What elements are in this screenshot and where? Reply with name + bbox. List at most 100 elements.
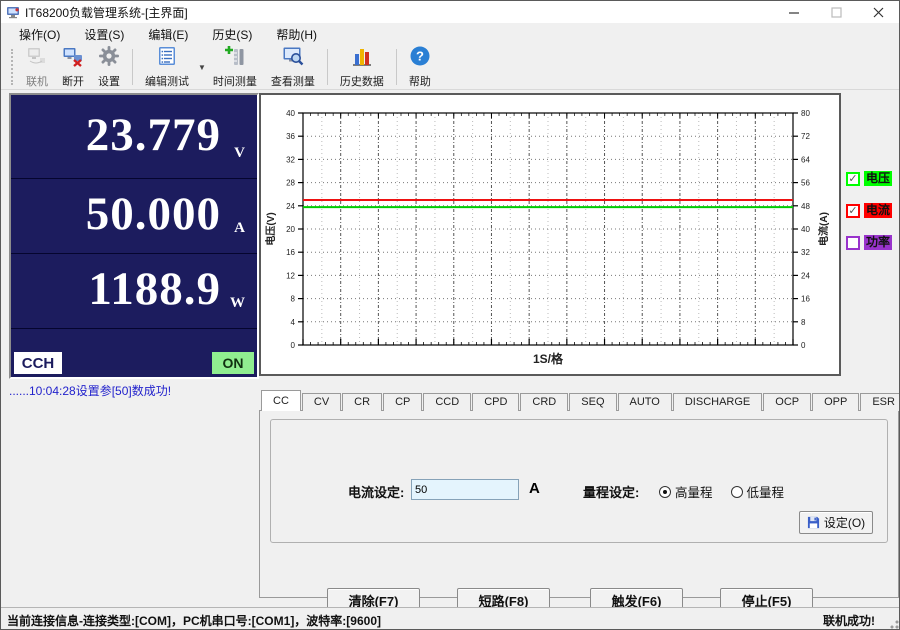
toolbar-button-label: 历史数据 [340,73,384,89]
svg-text:4: 4 [291,318,296,327]
toolbar-button-settings[interactable]: 设置 [91,43,127,91]
tab-ocp[interactable]: OCP [763,393,811,411]
save-icon [807,516,820,529]
trend-chart-panel: 048121620242832364008162432404856647280电… [259,93,841,376]
disconnect-icon [62,45,84,72]
power-unit: W [230,295,245,312]
trend-chart: 048121620242832364008162432404856647280电… [261,95,839,374]
svg-text:电流(A): 电流(A) [817,212,830,246]
connection-info: 当前连接信息-连接类型:[COM]，PC机串口号:[COM1]，波特率:[960… [7,612,381,629]
legend-row-0: ✓ 电压 [846,171,898,186]
toolbar-separator [327,49,328,85]
current-set-unit: A [529,480,540,497]
legend-checkbox-2[interactable] [846,236,860,250]
legend-row-1: ✓电流 [846,203,898,218]
svg-text:36: 36 [286,132,295,141]
tab-ccd[interactable]: CCD [423,393,471,411]
toolbar-button-label: 编辑测试 [145,73,189,89]
radio-icon [731,486,743,498]
svg-text:8: 8 [801,318,806,327]
legend-row-2: 功率 [846,235,898,250]
window-title: IT68200负载管理系统-[主界面] [25,4,188,21]
log-message: ......10:04:28设置参[50]数成功! [9,382,259,398]
mode-tabstrip: CCCVCRCPCCDCPDCRDSEQAUTODISCHARGEOCPOPPE… [261,390,900,411]
tab-cp[interactable]: CP [383,393,422,411]
range-radio-label: 低量程 [747,482,785,501]
legend-label-2: 功率 [864,235,892,250]
time-measure-icon [224,45,246,72]
tab-crd[interactable]: CRD [520,393,568,411]
toolbar-grip[interactable] [11,49,15,85]
current-reading: 50.000 A [11,179,257,254]
title-bar: IT68200负载管理系统-[主界面] [1,1,899,23]
tab-opp[interactable]: OPP [812,393,859,411]
tab-cv[interactable]: CV [302,393,341,411]
toolbar-separator [396,49,397,85]
toolbar-button-disconnect[interactable]: 断开 [55,43,91,91]
power-reading: 1188.9 W [11,254,257,329]
range-radio-1[interactable]: 低量程 [731,482,785,501]
history-icon [351,45,373,72]
voltage-value: 23.779 [86,107,221,161]
legend-checkbox-1[interactable]: ✓ [846,204,860,218]
close-button[interactable] [857,1,899,23]
status-bar: 当前连接信息-连接类型:[COM]，PC机串口号:[COM1]，波特率:[960… [1,607,900,630]
toolbar-button-label: 查看测量 [271,73,315,89]
chart-legend: ✓ 电压 ✓电流功率 [846,171,898,267]
legend-checkbox-0[interactable]: ✓ [846,172,860,186]
mode-settings-panel: CCCVCRCPCCDCPDCRDSEQAUTODISCHARGEOCPOPPE… [259,386,899,600]
tab-esr[interactable]: ESR [860,393,900,411]
maximize-button[interactable] [815,1,857,23]
svg-text:32: 32 [801,248,810,257]
toolbar-button-label: 帮助 [409,73,431,89]
svg-text:80: 80 [801,109,810,118]
toolbar-button-time-measure[interactable]: 时间测量 [206,43,264,91]
menu-item-4[interactable]: 帮助(H) [264,24,329,45]
menu-item-0[interactable]: 操作(O) [7,24,72,45]
toolbar-button-history[interactable]: 历史数据 [333,43,391,91]
menu-bar: 操作(O)设置(S)编辑(E)历史(S)帮助(H) [1,23,899,45]
mode-badge: CCH [14,352,62,374]
minimize-button[interactable] [773,1,815,23]
toolbar-button-label: 联机 [26,73,48,89]
legend-label-0: 电压 [864,171,892,186]
svg-text:24: 24 [286,202,295,211]
current-set-input[interactable] [411,479,519,500]
cc-settings-groupbox: 电流设定: A 量程设定: 高量程低量程 设定(O) [270,419,888,543]
svg-text:24: 24 [801,271,810,280]
svg-text:1S/格: 1S/格 [533,351,564,366]
power-value: 1188.9 [88,262,221,316]
svg-text:?: ? [416,49,424,64]
svg-text:12: 12 [286,271,295,280]
tab-seq[interactable]: SEQ [569,393,616,411]
menu-item-3[interactable]: 历史(S) [200,24,264,45]
toolbar-button-label: 断开 [62,73,84,89]
range-radio-label: 高量程 [675,482,713,501]
range-radio-0[interactable]: 高量程 [659,482,713,501]
svg-text:32: 32 [286,155,295,164]
connection-status: 联机成功! [823,612,875,629]
toolbar-button-edit-test[interactable]: 编辑测试 [138,43,196,91]
online-icon [26,45,48,72]
tab-discharge[interactable]: DISCHARGE [673,393,762,411]
svg-text:64: 64 [801,155,810,164]
set-button[interactable]: 设定(O) [799,511,873,534]
menu-item-1[interactable]: 设置(S) [72,24,136,45]
tab-cc[interactable]: CC [261,390,301,411]
svg-text:48: 48 [801,202,810,211]
svg-text:56: 56 [801,179,810,188]
tab-auto[interactable]: AUTO [618,393,672,411]
app-window: IT68200负载管理系统-[主界面] 操作(O)设置(S)编辑(E)历史(S)… [0,0,900,630]
resize-grip-icon[interactable] [887,617,899,629]
menu-item-2[interactable]: 编辑(E) [136,24,200,45]
svg-text:16: 16 [286,248,295,257]
chevron-down-icon[interactable]: ▼ [198,63,206,72]
svg-text:40: 40 [286,109,295,118]
tab-cpd[interactable]: CPD [472,393,519,411]
toolbar-button-help[interactable]: ? 帮助 [402,43,438,91]
toolbar-button-view-measure[interactable]: 查看测量 [264,43,322,91]
svg-text:0: 0 [801,341,806,350]
set-button-label: 设定(O) [824,514,865,531]
tab-cr[interactable]: CR [342,393,382,411]
svg-text:8: 8 [291,295,296,304]
